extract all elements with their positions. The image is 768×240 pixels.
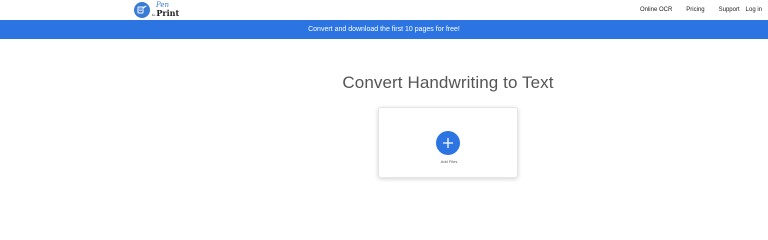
logo-by-text: to bbox=[152, 12, 156, 17]
nav-link-pricing[interactable]: Pricing bbox=[686, 7, 704, 13]
logo-print-row: to Print bbox=[152, 9, 179, 17]
page-title: Convert Handwriting to Text bbox=[342, 73, 554, 92]
main-nav: Online OCR Pricing Support Log in bbox=[640, 0, 762, 20]
main-content: Convert Handwriting to Text Add Files bbox=[0, 39, 768, 238]
promo-banner-text: Convert and download the first 10 pages … bbox=[308, 26, 460, 33]
add-files-label: Add Files bbox=[440, 159, 458, 164]
logo-print-text: Print bbox=[156, 7, 180, 18]
logo-pen-icon bbox=[134, 2, 150, 18]
add-files-button[interactable] bbox=[436, 131, 460, 155]
plus-icon bbox=[442, 137, 454, 149]
nav-link-support[interactable]: Support bbox=[719, 7, 740, 13]
file-upload-dropzone[interactable]: Add Files bbox=[378, 107, 518, 178]
nav-link-online-ocr[interactable]: Online OCR bbox=[640, 7, 672, 13]
top-navigation-bar: Pen to Print Online OCR Pricing Support … bbox=[0, 0, 768, 20]
logo-wordmark: Pen to Print bbox=[152, 1, 179, 17]
nav-link-login[interactable]: Log in bbox=[746, 7, 762, 13]
promo-banner: Convert and download the first 10 pages … bbox=[0, 20, 768, 39]
pen-to-print-logo[interactable]: Pen to Print bbox=[134, 1, 179, 19]
